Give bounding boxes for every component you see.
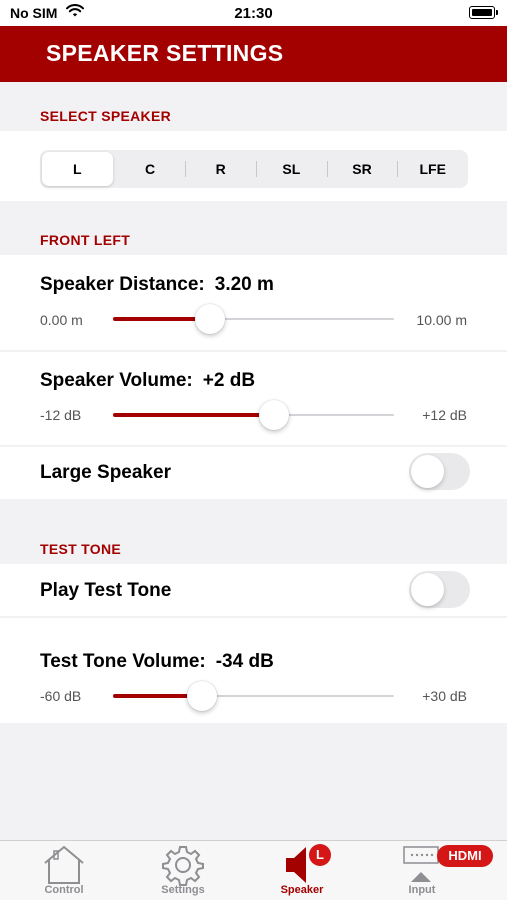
speaker-volume-slider[interactable] — [113, 400, 394, 430]
speaker-distance-title: Speaker Distance: 3.20 m — [40, 274, 274, 296]
speaker-segmented-control: L C R SL SR LFE — [40, 150, 468, 188]
play-test-tone-label: Play Test Tone — [40, 580, 172, 601]
battery-icon — [469, 6, 498, 19]
tab-speaker[interactable]: L Speaker — [247, 841, 357, 900]
slider-thumb[interactable] — [194, 304, 225, 334]
segment-sl[interactable]: SL — [256, 150, 327, 188]
speaker-volume-min: -12 dB — [40, 407, 82, 423]
speaker-volume-max: +12 dB — [422, 407, 467, 423]
segment-c[interactable]: C — [115, 150, 186, 188]
divider — [0, 445, 507, 447]
section-header-select-speaker: SELECT SPEAKER — [40, 108, 171, 124]
segment-r[interactable]: R — [185, 150, 256, 188]
speaker-volume-value: +2 dB — [202, 370, 256, 391]
test-tone-volume-title: Test Tone Volume: -34 dB — [40, 651, 274, 673]
status-bar: No SIM 21:30 — [0, 0, 507, 26]
speaker-badge: L — [309, 844, 331, 866]
tab-settings-label: Settings — [161, 884, 205, 896]
segment-lfe[interactable]: LFE — [397, 150, 468, 188]
speaker-distance-value: 3.20 m — [214, 274, 274, 295]
toggle-knob — [411, 573, 444, 606]
segment-sr[interactable]: SR — [326, 150, 398, 188]
tab-settings[interactable]: Settings — [128, 841, 238, 900]
speaker-volume-label: Speaker Volume: — [40, 370, 193, 391]
tab-speaker-label: Speaker — [280, 884, 324, 896]
input-badge: HDMI — [437, 845, 493, 867]
large-speaker-toggle[interactable] — [409, 453, 470, 490]
slider-fill — [113, 413, 275, 417]
test-tone-volume-label: Test Tone Volume: — [40, 651, 206, 672]
toggle-knob — [411, 455, 444, 488]
large-speaker-label: Large Speaker — [40, 462, 171, 483]
tab-control-label: Control — [44, 884, 84, 896]
test-tone-volume-slider[interactable] — [113, 681, 394, 711]
section-header-front-left: FRONT LEFT — [40, 232, 131, 248]
clock: 21:30 — [234, 5, 273, 22]
divider — [0, 350, 507, 352]
nav-bar: SPEAKER SETTINGS — [0, 26, 507, 82]
tab-input[interactable]: HDMI Input — [367, 841, 493, 900]
slider-thumb[interactable] — [259, 400, 290, 430]
speaker-distance-min: 0.00 m — [40, 312, 83, 328]
test-tone-volume-value: -34 dB — [215, 651, 274, 672]
speaker-distance-label: Speaker Distance: — [40, 274, 205, 295]
play-test-tone-toggle[interactable] — [409, 571, 470, 608]
speaker-volume-title: Speaker Volume: +2 dB — [40, 370, 255, 392]
speaker-distance-max: 10.00 m — [416, 312, 467, 328]
divider — [0, 616, 507, 618]
page-title: SPEAKER SETTINGS — [46, 40, 284, 66]
tab-bar: Control Settings L Speaker HDMI Input — [0, 840, 507, 900]
test-tone-volume-min: -60 dB — [40, 688, 82, 704]
speaker-distance-slider[interactable] — [113, 304, 394, 334]
tab-control[interactable]: Control — [9, 841, 119, 900]
input-icon — [403, 843, 443, 888]
section-header-test-tone: TEST TONE — [40, 541, 122, 557]
segment-l[interactable]: L — [42, 152, 113, 186]
test-tone-volume-max: +30 dB — [422, 688, 467, 704]
slider-thumb[interactable] — [187, 681, 218, 711]
tab-input-label: Input — [408, 884, 436, 896]
